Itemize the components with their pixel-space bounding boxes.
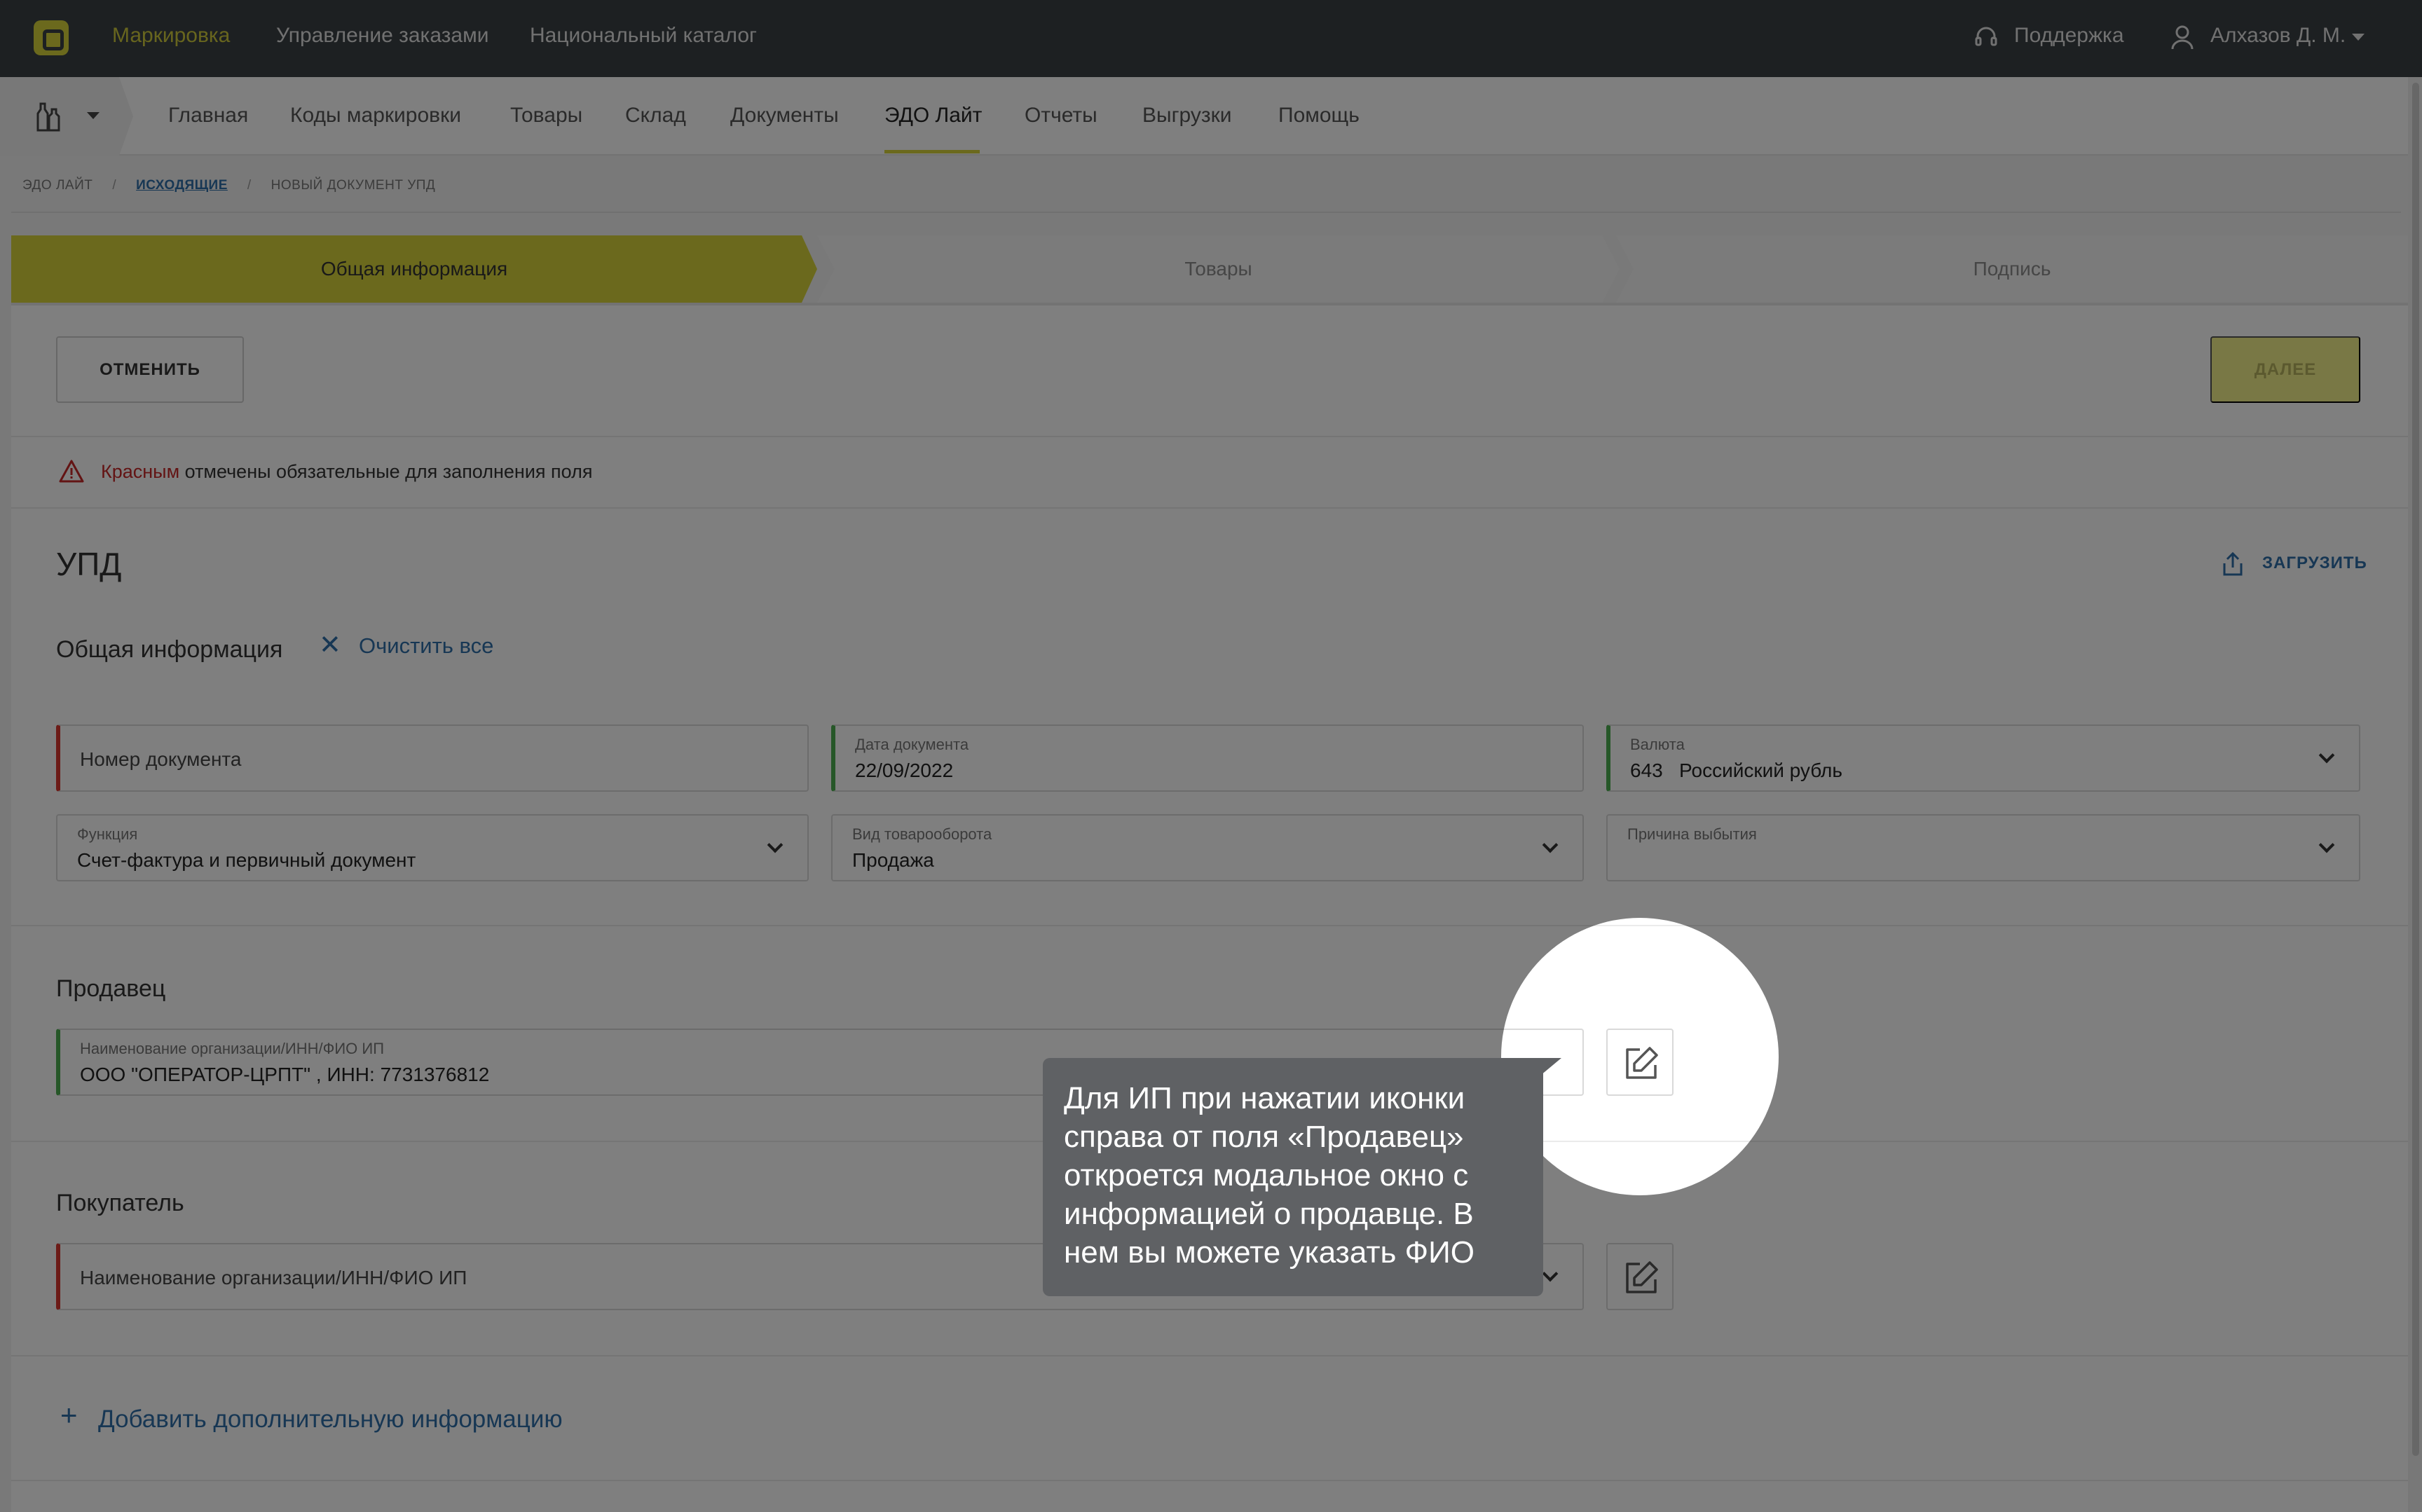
divider xyxy=(11,1480,2408,1481)
active-tab-indicator xyxy=(884,150,980,153)
turnover-select[interactable]: Вид товарооборота Продажа xyxy=(831,814,1584,881)
support-link[interactable]: Поддержка xyxy=(2014,24,2124,48)
plus-icon[interactable]: + xyxy=(60,1398,78,1432)
seller-section-title: Продавец xyxy=(56,975,166,1002)
currency-label: Валюта xyxy=(1630,736,1685,753)
add-info-link[interactable]: Добавить дополнительную информацию xyxy=(98,1406,563,1434)
warning-icon xyxy=(59,460,84,483)
tutorial-tooltip: Для ИП при нажатии иконки справа от поля… xyxy=(1043,1058,1543,1296)
buyer-section-title: Покупатель xyxy=(56,1190,184,1216)
headset-icon xyxy=(1975,27,1997,46)
doc-date-value: 22/09/2022 xyxy=(855,760,954,781)
tooltip-line: справа от поля «Продавец» xyxy=(1064,1120,1464,1154)
upload-button[interactable]: ЗАГРУЗИТЬ xyxy=(2262,554,2367,573)
buyer-edit-button[interactable] xyxy=(1606,1243,1674,1310)
catalog-link[interactable]: Национальный каталог xyxy=(530,24,757,48)
function-value: Счет-фактура и первичный документ xyxy=(77,849,416,871)
step-sign-label: Подпись xyxy=(1973,258,2051,280)
breadcrumb-divider xyxy=(11,212,2401,213)
chevron-down-icon xyxy=(2318,747,2335,764)
nav-exports[interactable]: Выгрузки xyxy=(1142,104,1232,128)
doc-date-label: Дата документа xyxy=(855,736,969,753)
edit-icon xyxy=(1626,1047,1658,1079)
brand-link[interactable]: Маркировка xyxy=(112,24,230,48)
nav-documents[interactable]: Документы xyxy=(730,104,839,128)
step-general-label: Общая информация xyxy=(320,258,508,280)
nav-warehouse[interactable]: Склад xyxy=(625,104,686,128)
caret-down-icon xyxy=(87,112,100,119)
breadcrumb-separator: / xyxy=(247,178,252,193)
divider xyxy=(11,1355,2408,1356)
tooltip-line: нем вы можете указать ФИО xyxy=(1064,1235,1475,1270)
turnover-label: Вид товарооборота xyxy=(852,825,992,843)
divider xyxy=(11,507,2408,509)
bottles-icon xyxy=(36,102,60,132)
reason-label: Причина выбытия xyxy=(1627,825,1757,843)
divider xyxy=(11,925,2408,926)
function-select[interactable]: Функция Счет-фактура и первичный докумен… xyxy=(56,814,809,881)
breadcrumb-separator: / xyxy=(112,178,117,193)
scrollbar-thumb[interactable] xyxy=(2412,83,2419,1456)
seller-edit-button[interactable] xyxy=(1606,1029,1674,1096)
user-menu[interactable]: Алхазов Д. М. xyxy=(2210,24,2346,48)
reason-select[interactable]: Причина выбытия xyxy=(1606,814,2360,881)
required-notice-text: отмечены обязательные для заполнения пол… xyxy=(179,461,593,482)
chevron-down-icon xyxy=(1542,837,1559,853)
required-notice: Красным отмечены обязательные для заполн… xyxy=(101,461,592,483)
page-title: УПД xyxy=(56,546,122,582)
nav-codes[interactable]: Коды маркировки xyxy=(290,104,461,128)
nav-help[interactable]: Помощь xyxy=(1278,104,1360,128)
chevron-down-icon xyxy=(767,837,784,853)
divider xyxy=(11,436,2408,437)
doc-number-placeholder: Номер документа xyxy=(80,748,242,770)
breadcrumb-current: новый документ упд xyxy=(271,178,436,193)
tooltip-line: Для ИП при нажатии иконки xyxy=(1064,1081,1465,1115)
turnover-value: Продажа xyxy=(852,849,934,871)
product-group-switch[interactable] xyxy=(0,77,133,156)
step-general[interactable]: Общая информация xyxy=(11,235,817,303)
nav-goods[interactable]: Товары xyxy=(510,104,582,128)
general-section-title: Общая информация xyxy=(56,636,283,663)
edit-icon xyxy=(1626,1261,1658,1293)
next-button[interactable]: ДАЛЕЕ xyxy=(2210,336,2360,403)
tooltip-line: информацией о продавце. В xyxy=(1064,1197,1474,1231)
seller-label: Наименование организации/ИНН/ФИО ИП xyxy=(80,1040,385,1057)
cancel-button[interactable]: ОТМЕНИТЬ xyxy=(56,336,244,403)
breadcrumb: эдо лайт / исходящие / новый документ упд xyxy=(22,178,435,193)
required-notice-red: Красным xyxy=(101,461,180,482)
upload-icon[interactable] xyxy=(2220,551,2245,577)
breadcrumb-root[interactable]: эдо лайт xyxy=(22,178,93,193)
breadcrumb-outgoing[interactable]: исходящие xyxy=(136,178,228,193)
wizard-steps: Общая информация Товары Подпись xyxy=(11,235,2408,303)
chevron-down-icon xyxy=(2318,837,2335,853)
doc-date-field[interactable]: Дата документа 22/09/2022 xyxy=(831,724,1584,792)
step-goods-label: Товары xyxy=(1184,258,1252,280)
nav-reports[interactable]: Отчеты xyxy=(1025,104,1097,128)
orders-link[interactable]: Управление заказами xyxy=(276,24,489,48)
nav-home[interactable]: Главная xyxy=(168,104,248,128)
caret-down-icon[interactable] xyxy=(2352,34,2365,42)
step-goods[interactable]: Товары xyxy=(817,235,1620,303)
close-icon[interactable]: ✕ xyxy=(319,629,341,661)
clear-all-button[interactable]: Очистить все xyxy=(359,633,493,659)
user-icon xyxy=(2171,25,2194,50)
step-sign[interactable]: Подпись xyxy=(1616,235,2408,303)
page: Маркировка Управление заказами Националь… xyxy=(0,0,2422,1512)
function-label: Функция xyxy=(77,825,138,843)
buyer-placeholder: Наименование организации/ИНН/ФИО ИП xyxy=(80,1267,467,1288)
top-bar: Маркировка Управление заказами Националь… xyxy=(0,0,2422,77)
chevron-down-icon xyxy=(1542,1265,1559,1282)
currency-value: 643 Российский рубль xyxy=(1630,760,1842,781)
nav-edo-lite[interactable]: ЭДО Лайт xyxy=(884,104,982,128)
app-logo-icon[interactable] xyxy=(34,20,69,55)
tooltip-line: откроется модальное окно с xyxy=(1064,1158,1469,1193)
currency-select[interactable]: Валюта 643 Российский рубль xyxy=(1606,724,2360,792)
main-nav: Главная Коды маркировки Товары Склад Док… xyxy=(0,77,2422,156)
seller-value: ООО "ОПЕРАТОР-ЦРПТ" , ИНН: 7731376812 xyxy=(80,1064,490,1085)
document-form xyxy=(11,305,2408,1512)
doc-number-field[interactable]: Номер документа xyxy=(56,724,809,792)
